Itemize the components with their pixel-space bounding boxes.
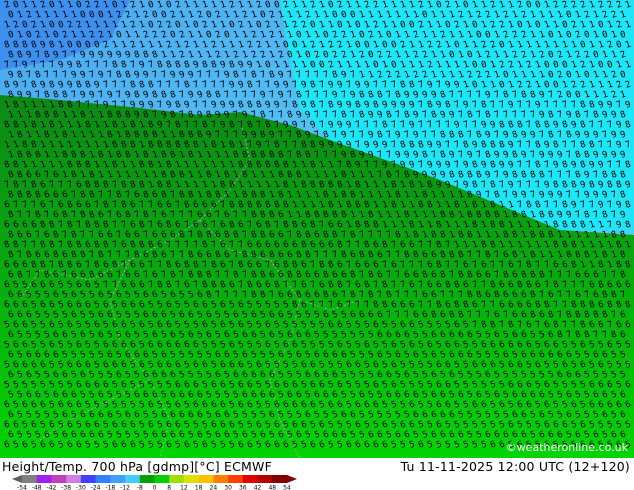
valid-time: Tu 11-11-2025 12:00 UTC (12+120) [401,459,630,474]
colorbar-tick-label: -30 [76,485,86,490]
watermark-text: ©weatheronline.co.uk [506,441,628,454]
colorbar-swatch [257,475,273,483]
colorbar-swatch [169,475,185,483]
colorbar-tick-label: -38 [61,485,71,490]
colorbar-tick-label: -48 [32,485,42,490]
colorbar-swatch [139,475,155,483]
colorbar-swatch [125,475,141,483]
colorbar-swatch [66,475,82,483]
colorbar-swatch [228,475,244,483]
colorbar-arrow-right [287,475,297,483]
colorbar-tick-label: -12 [120,485,130,490]
colorbar-tick-label: -54 [17,485,27,490]
colorbar-arrow-left [12,475,22,483]
colorbar-tick-label: 42 [254,485,262,490]
colorbar-tick-label: 30 [224,485,232,490]
colorbar-tick-label: -8 [137,485,143,490]
map-title: Height/Temp. 700 hPa [gdmp][°C] ECMWF [2,459,272,474]
colorbar-swatch [183,475,199,483]
weather-map: 2011201102210121010211111211200211210211… [0,0,634,458]
colorbar-tick-label: 54 [283,485,291,490]
colorbar-tick-label: -42 [47,485,57,490]
colorbar-tick-label: -24 [91,485,101,490]
colorbar-swatch [110,475,126,483]
footer-bar: Height/Temp. 700 hPa [gdmp][°C] ECMWF Tu… [0,458,634,490]
color-legend: -54 -48 -42 -38 -30 -24 -18 -12 -8 0 8 12 18 24 30 36 42… [12,475,297,490]
colorbar-swatch [95,475,111,483]
colorbar-swatch [22,475,38,483]
colorbar-swatch [51,475,67,483]
colorbar-swatch [198,475,214,483]
colorbar-tick-label: 18 [195,485,203,490]
colorbar-tick-label: 36 [239,485,247,490]
colorbar-swatch [242,475,258,483]
colorbar-tick-label: 8 [167,485,171,490]
colorbar-swatch [80,475,96,483]
colorbar-swatch [213,475,229,483]
colorbar-swatch [154,475,170,483]
colorbar-tick-label: 12 [180,485,188,490]
colorbar-swatch [36,475,52,483]
colorbar-tick-label: -18 [105,485,115,490]
colorbar-tick-label: 24 [210,485,218,490]
colorbar-tick-label: 0 [153,485,157,490]
colorbar-swatch [272,475,288,483]
colorbar-tick-label: 48 [268,485,276,490]
